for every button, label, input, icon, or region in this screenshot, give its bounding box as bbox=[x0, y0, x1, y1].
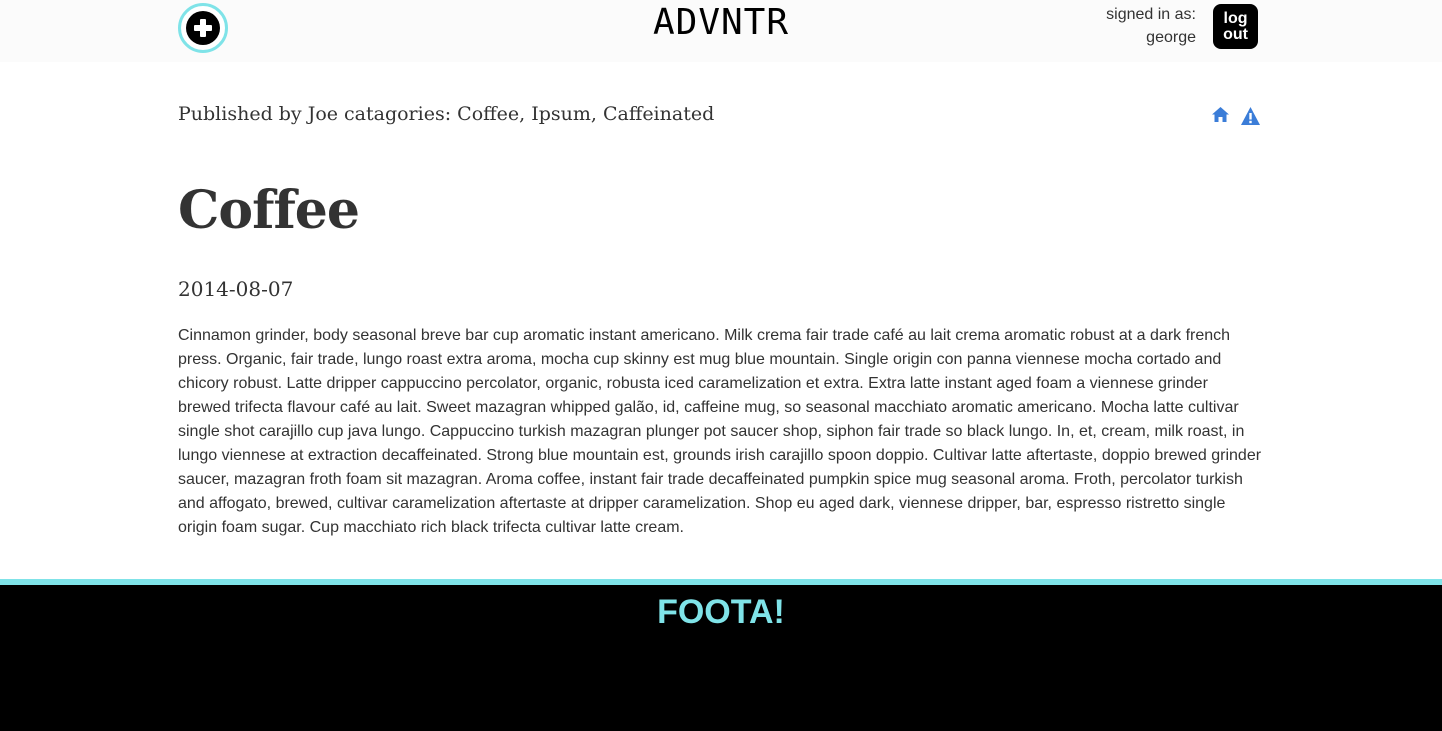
username: george bbox=[1146, 29, 1196, 46]
post-tools bbox=[1211, 106, 1261, 131]
warning-icon[interactable] bbox=[1240, 106, 1261, 131]
post-body: Cinnamon grinder, body seasonal breve ba… bbox=[178, 327, 1262, 536]
site-footer: FOOTA! bbox=[0, 579, 1442, 731]
post-author: Published by Joe bbox=[178, 103, 339, 125]
logout-label-line1: log bbox=[1223, 9, 1248, 27]
post-categories: Coffee, Ipsum, Caffeinated bbox=[457, 103, 715, 125]
signed-in-status: signed in as: george bbox=[1106, 3, 1196, 49]
logout-button[interactable]: log out bbox=[1213, 4, 1258, 49]
post-meta: Published by Joe catagories: Coffee, Ipsu… bbox=[178, 103, 720, 125]
footer-title: FOOTA! bbox=[657, 593, 785, 631]
categories-label: catagories: bbox=[344, 103, 452, 125]
post-date: 2014-08-07 bbox=[178, 277, 294, 301]
post-title: Coffee bbox=[178, 180, 360, 241]
signed-in-label: signed in as: bbox=[1106, 6, 1196, 23]
site-header: ADVNTR signed in as: george log out bbox=[0, 0, 1442, 62]
logout-label-line2: out bbox=[1223, 25, 1248, 43]
home-icon[interactable] bbox=[1211, 106, 1230, 131]
